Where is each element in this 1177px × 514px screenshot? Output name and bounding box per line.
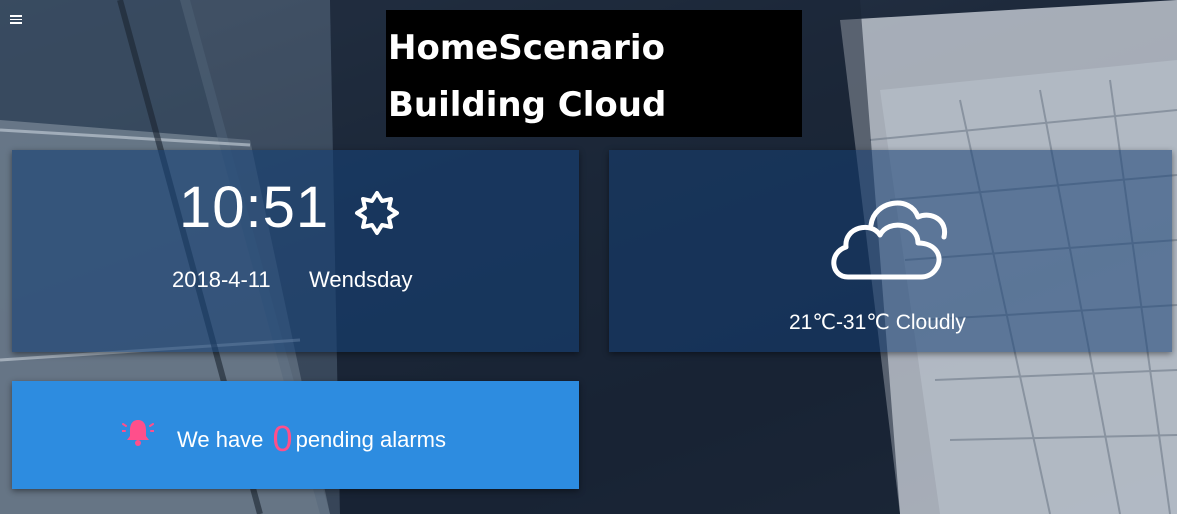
current-date: 2018-4-11 bbox=[172, 267, 271, 292]
weather-summary: 21℃-31℃ Cloudly bbox=[789, 311, 966, 334]
clock-card: 10:51 2018-4-11 Wendsday bbox=[12, 150, 579, 352]
cloud-icon bbox=[831, 200, 948, 280]
alarm-suffix: pending alarms bbox=[295, 427, 447, 452]
alarm-message: We have 0 pending alarms bbox=[177, 421, 446, 458]
current-time: 10:51 bbox=[179, 175, 330, 240]
app-title-line2: Building Cloud bbox=[388, 85, 667, 125]
sun-icon bbox=[355, 191, 399, 235]
alarm-prefix: We have bbox=[177, 427, 264, 452]
pending-alarms-card[interactable]: We have 0 pending alarms bbox=[12, 381, 579, 489]
hamburger-menu-icon[interactable] bbox=[10, 15, 22, 24]
app-title-banner: HomeScenario Building Cloud bbox=[386, 10, 802, 137]
alarm-bell-icon bbox=[122, 420, 154, 446]
app-title-line1: HomeScenario bbox=[388, 28, 665, 68]
current-weekday: Wendsday bbox=[309, 267, 413, 292]
alarm-count: 0 bbox=[272, 418, 293, 459]
weather-card: 21℃-31℃ Cloudly bbox=[609, 150, 1172, 352]
